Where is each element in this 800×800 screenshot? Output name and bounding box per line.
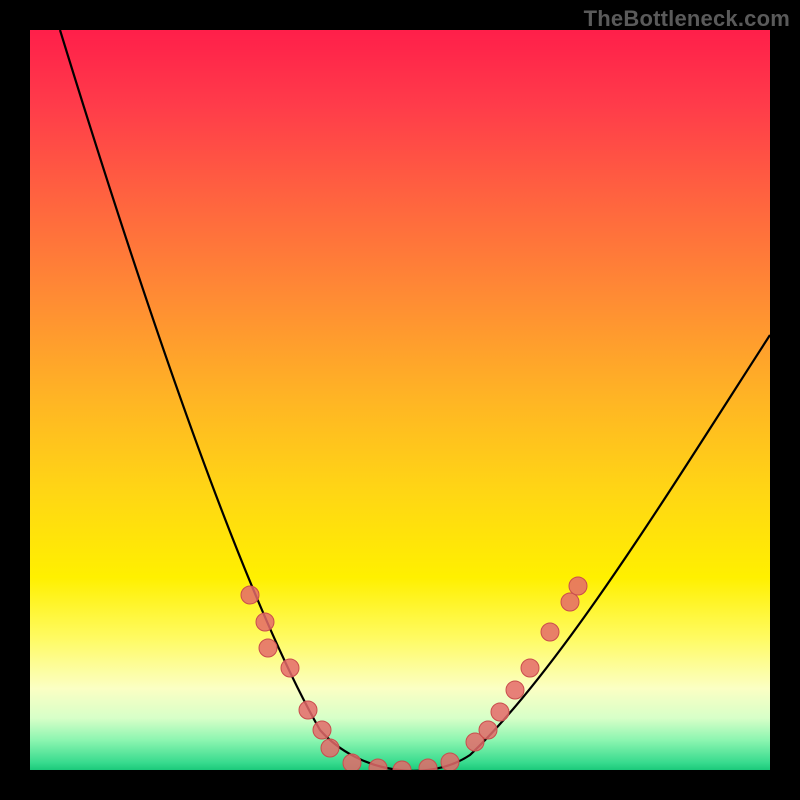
- data-dot: [369, 759, 387, 770]
- watermark-text: TheBottleneck.com: [584, 6, 790, 32]
- dots-group: [241, 577, 587, 770]
- data-dot: [343, 754, 361, 770]
- data-dot: [393, 761, 411, 770]
- data-dot: [541, 623, 559, 641]
- data-dot: [506, 681, 524, 699]
- data-dot: [313, 721, 331, 739]
- data-dot: [256, 613, 274, 631]
- data-dot: [479, 721, 497, 739]
- data-dot: [569, 577, 587, 595]
- data-dot: [419, 759, 437, 770]
- data-dot: [441, 753, 459, 770]
- data-dot: [241, 586, 259, 604]
- data-dot: [321, 739, 339, 757]
- data-dot: [491, 703, 509, 721]
- data-dot: [259, 639, 277, 657]
- data-dot: [521, 659, 539, 677]
- chart-frame: TheBottleneck.com: [0, 0, 800, 800]
- plot-area: [30, 30, 770, 770]
- bottleneck-curve: [60, 30, 770, 770]
- data-dot: [281, 659, 299, 677]
- data-dot: [299, 701, 317, 719]
- data-dot: [561, 593, 579, 611]
- chart-svg: [30, 30, 770, 770]
